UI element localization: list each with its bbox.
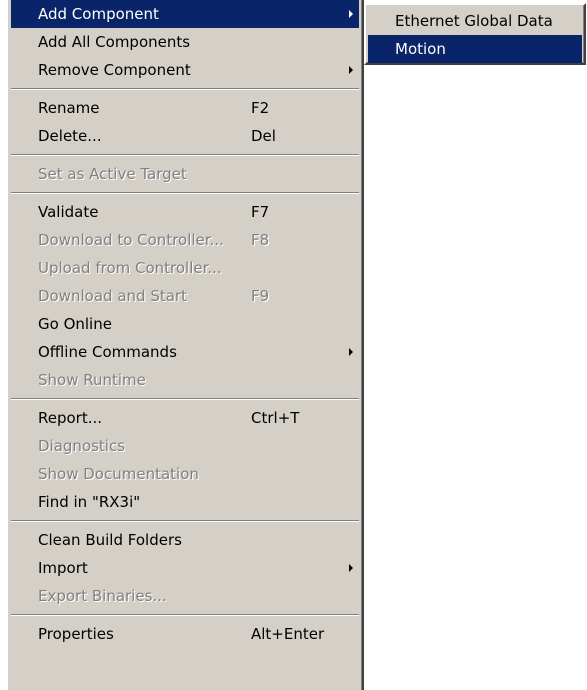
- menu-item-label: Diagnostics: [38, 437, 126, 455]
- menu-item-label: Show Documentation: [38, 465, 199, 483]
- menu-item-report[interactable]: Report... Ctrl+T: [11, 404, 359, 432]
- menu-item-add-all-components[interactable]: Add All Components: [11, 28, 359, 56]
- menu-item-add-component[interactable]: Add Component: [11, 0, 359, 28]
- menu-item-validate[interactable]: Validate F7: [11, 198, 359, 226]
- menu-item-download-and-start[interactable]: Download and Start F9: [11, 282, 359, 310]
- menu-item-export-binaries[interactable]: Export Binaries...: [11, 582, 359, 610]
- menu-item-shortcut: F8: [251, 231, 270, 249]
- menu-item-properties[interactable]: Properties Alt+Enter: [11, 620, 359, 648]
- menu-item-label: Show Runtime: [38, 371, 146, 389]
- menu-item-download-to-controller[interactable]: Download to Controller... F8: [11, 226, 359, 254]
- menu-item-remove-component[interactable]: Remove Component: [11, 56, 359, 84]
- context-menu: Add Component Add All Components Remove …: [6, 0, 364, 690]
- menu-item-offline-commands[interactable]: Offline Commands: [11, 338, 359, 366]
- menu-item-shortcut: F9: [251, 287, 270, 305]
- menu-item-label: Remove Component: [38, 61, 191, 79]
- menu-item-label: Set as Active Target: [38, 165, 187, 183]
- submenu-arrow-icon: [349, 348, 353, 356]
- submenu-arrow-icon: [349, 564, 353, 572]
- submenu-item-motion[interactable]: Motion: [368, 35, 582, 63]
- menu-item-shortcut: Ctrl+T: [251, 409, 300, 427]
- menu-item-label: Import: [38, 559, 88, 577]
- submenu-arrow-icon: [349, 10, 353, 18]
- menu-item-label: Validate: [38, 203, 99, 221]
- menu-item-label: Go Online: [38, 315, 112, 333]
- menu-item-label: Report...: [38, 409, 103, 427]
- menu-item-label: Find in "RX3i": [38, 493, 141, 511]
- menu-item-show-runtime[interactable]: Show Runtime: [11, 366, 359, 394]
- menu-item-label: Export Binaries...: [38, 587, 167, 605]
- menu-item-shortcut: Del: [251, 127, 276, 145]
- menu-item-label: Offline Commands: [38, 343, 177, 361]
- menu-item-go-online[interactable]: Go Online: [11, 310, 359, 338]
- menu-item-label: Properties: [38, 625, 114, 643]
- menu-item-set-as-active-target[interactable]: Set as Active Target: [11, 160, 359, 188]
- menu-item-import[interactable]: Import: [11, 554, 359, 582]
- submenu-item-label: Motion: [395, 40, 446, 58]
- menu-item-label: Add All Components: [38, 33, 191, 51]
- menu-item-label: Rename: [38, 99, 100, 117]
- menu-item-label: Download to Controller...: [38, 231, 224, 249]
- menu-separator: [11, 150, 359, 160]
- menu-item-shortcut: F7: [251, 203, 270, 221]
- menu-separator: [11, 188, 359, 198]
- menu-item-rename[interactable]: Rename F2: [11, 94, 359, 122]
- submenu-item-ethernet-global-data[interactable]: Ethernet Global Data: [368, 7, 582, 35]
- menu-separator: [11, 84, 359, 94]
- menu-item-label: Add Component: [38, 5, 159, 23]
- menu-item-label: Download and Start: [38, 287, 187, 305]
- menu-item-label: Clean Build Folders: [38, 531, 182, 549]
- menu-item-diagnostics[interactable]: Diagnostics: [11, 432, 359, 460]
- menu-item-label: Upload from Controller...: [38, 259, 222, 277]
- submenu-arrow-icon: [349, 66, 353, 74]
- submenu-item-label: Ethernet Global Data: [395, 12, 553, 30]
- menu-item-shortcut: F2: [251, 99, 270, 117]
- menu-item-shortcut: Alt+Enter: [251, 625, 325, 643]
- menu-separator: [11, 516, 359, 526]
- add-component-submenu: Ethernet Global Data Motion: [364, 3, 586, 65]
- menu-separator: [11, 394, 359, 404]
- menu-item-label: Delete...: [38, 127, 102, 145]
- menu-item-clean-build-folders[interactable]: Clean Build Folders: [11, 526, 359, 554]
- menu-item-show-documentation[interactable]: Show Documentation: [11, 460, 359, 488]
- menu-item-upload-from-controller[interactable]: Upload from Controller...: [11, 254, 359, 282]
- menu-item-delete[interactable]: Delete... Del: [11, 122, 359, 150]
- menu-item-find-in[interactable]: Find in "RX3i": [11, 488, 359, 516]
- menu-separator: [11, 610, 359, 620]
